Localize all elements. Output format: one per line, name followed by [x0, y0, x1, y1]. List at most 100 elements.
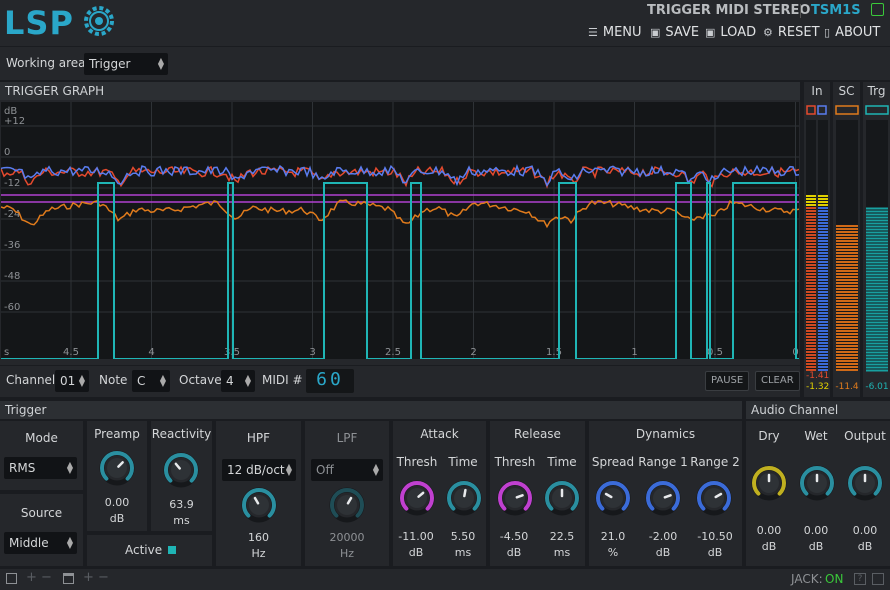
plus-minus-icon[interactable]: + −	[83, 570, 109, 585]
attack-thresh-label: Thresh	[396, 455, 438, 469]
meter-sc-bar-segment	[836, 273, 858, 275]
lpf-slope-select[interactable]: Off ▲ ▼	[311, 459, 383, 481]
meter-in-right-segment	[818, 288, 828, 290]
channel-value: 01	[60, 374, 76, 388]
meter-in-left-segment	[806, 243, 816, 245]
working-area-select[interactable]: Trigger ▲ ▼	[84, 53, 168, 75]
meter-in-left-segment	[806, 210, 816, 212]
reactivity-label: Reactivity	[151, 427, 212, 441]
graph-y-tick: -24	[4, 209, 20, 220]
meter-in-label: In	[811, 84, 823, 98]
release-time-unit: ms	[553, 546, 571, 559]
meter-sc-bar-segment	[836, 231, 858, 233]
meter-in-left-segment	[806, 315, 816, 317]
help-icon[interactable]: ?	[854, 573, 866, 585]
hpf-value: 160	[248, 531, 269, 544]
meter-trg-bar-segment	[866, 279, 888, 282]
meter-trg-bar-segment	[866, 357, 888, 360]
channel-select[interactable]: 01 ▲ ▼	[55, 370, 89, 392]
graph-y-tick: -48	[4, 271, 20, 282]
pause-button[interactable]: PAUSE	[705, 371, 750, 391]
meter-trg-bar-segment	[866, 321, 888, 324]
meter-in-left-segment	[806, 270, 816, 272]
meter-in-right-segment	[818, 351, 828, 353]
meter-in-right-segment	[818, 198, 828, 200]
meter-sc-bar-segment	[836, 294, 858, 296]
panel-icon[interactable]	[63, 573, 74, 584]
meter-in-right-segment	[818, 246, 828, 248]
meter-trg-bar-segment	[866, 276, 888, 279]
meter-in-right-segment	[818, 252, 828, 254]
meter-in-right-segment	[818, 324, 828, 326]
power-button[interactable]	[871, 3, 884, 16]
meter-trg-bar-segment	[866, 240, 888, 243]
meter-sc-bar-segment	[836, 234, 858, 236]
meter-in-left-segment	[806, 252, 816, 254]
range1-value: -2.00	[648, 530, 678, 543]
spin-arrows-icon: ▲ ▼	[78, 373, 85, 388]
menu-button[interactable]: ☰ MENU	[588, 25, 642, 40]
save-button[interactable]: ▣ SAVE	[650, 25, 699, 40]
about-button[interactable]: ▯ ABOUT	[824, 25, 880, 40]
meter-trg-bar-segment	[866, 213, 888, 216]
plus-minus-icon[interactable]: + −	[26, 570, 52, 585]
graph-y-tick: +12	[4, 116, 25, 127]
source-select[interactable]: Middle ▲ ▼	[4, 532, 77, 554]
meter-trg-bar-segment	[866, 348, 888, 351]
graph-y-tick: -60	[4, 302, 20, 313]
graph-y-tick: 0	[4, 147, 10, 158]
meter-in-right-segment	[818, 195, 828, 197]
meter-trg-bar-segment	[866, 237, 888, 240]
meter-sc-bar-segment	[836, 363, 858, 365]
meter-in-left-segment	[806, 258, 816, 260]
note-select[interactable]: C ▲ ▼	[132, 370, 170, 392]
meter-sc-bar-segment	[836, 360, 858, 362]
window-icon[interactable]	[6, 573, 17, 584]
mode-select[interactable]: RMS ▲ ▼	[4, 457, 77, 479]
meter-in-right-segment	[818, 270, 828, 272]
meter-in-right-segment	[818, 297, 828, 299]
clear-button[interactable]: CLEAR	[755, 371, 800, 391]
meter-sc-bar-segment	[836, 258, 858, 260]
graph-y-tick: -12	[4, 178, 20, 189]
meter-trg-bar-segment	[866, 342, 888, 345]
meter-in-right-segment	[818, 276, 828, 278]
meter-sc-bar-segment	[836, 306, 858, 308]
spin-arrows-icon: ▲ ▼	[66, 460, 73, 475]
meter-in-left-segment	[806, 333, 816, 335]
reset-button[interactable]: ⚙ RESET	[763, 25, 820, 40]
meter-trg-bar-segment	[866, 309, 888, 312]
wet-value: 0.00	[803, 524, 829, 537]
meter-in-left-segment	[806, 219, 816, 221]
meter-in-right-segment	[818, 345, 828, 347]
meter-trg-bar-segment	[866, 267, 888, 270]
hpf-panel: HPF 12 dB/oct ▲ ▼ 160 Hz	[216, 421, 301, 566]
meter-in-right-segment	[818, 333, 828, 335]
spread-unit: %	[607, 546, 619, 559]
hpf-label: HPF	[246, 431, 271, 445]
octave-select[interactable]: 4 ▲ ▼	[221, 370, 255, 392]
meter-trg-bar-segment	[866, 219, 888, 222]
attack-title: Attack	[420, 427, 459, 441]
hpf-slope-select[interactable]: 12 dB/oct ▲ ▼	[222, 459, 296, 481]
meter-in-right-segment	[818, 363, 828, 365]
load-button[interactable]: ▣ LOAD	[705, 25, 756, 40]
range2-unit: dB	[707, 546, 723, 559]
meter-trg-bar-segment	[866, 312, 888, 315]
meter-in-left-segment	[806, 282, 816, 284]
meter-in-left-segment	[806, 276, 816, 278]
meter-trg-bar-segment	[866, 297, 888, 300]
meter-sc-bar-segment	[836, 246, 858, 248]
working-area-label: Working area	[6, 56, 86, 70]
preamp-value: 0.00	[104, 496, 130, 509]
meter-trg-label: Trg	[867, 84, 886, 98]
meter-trg-bar-segment	[866, 306, 888, 309]
divider	[0, 490, 83, 494]
meter-sc-bar-segment	[836, 342, 858, 344]
preamp-unit: dB	[109, 512, 125, 525]
meter-sc-bar-segment	[836, 276, 858, 278]
resize-icon[interactable]	[872, 573, 884, 585]
meter-in-right-segment	[818, 291, 828, 293]
reactivity-unit: ms	[173, 514, 190, 527]
meter-in-right-segment	[818, 300, 828, 302]
